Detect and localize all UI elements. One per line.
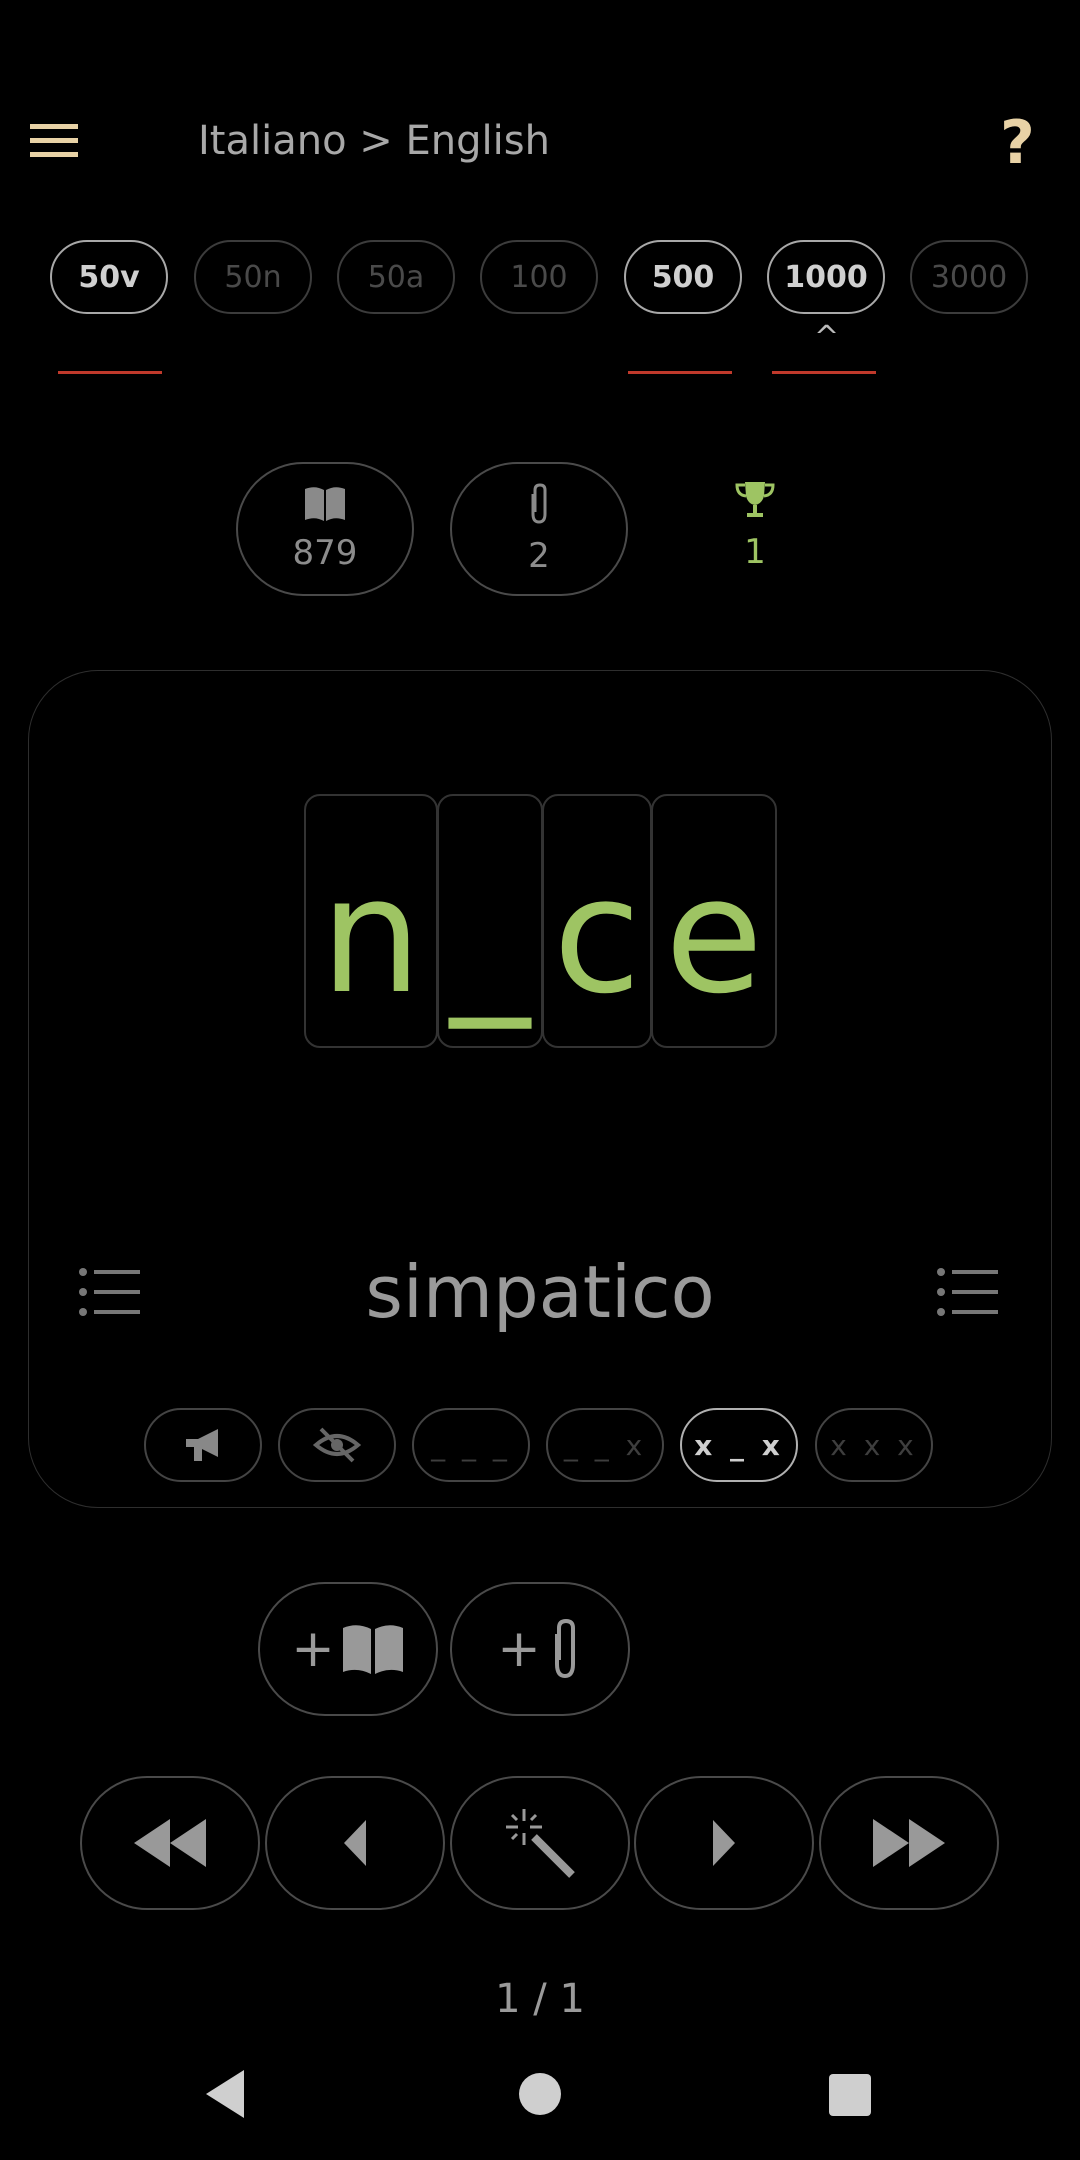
- paperclip-icon: [531, 483, 547, 524]
- back-triangle-icon: [206, 2070, 244, 2118]
- source-word: simpatico: [365, 1250, 715, 1334]
- level-3000[interactable]: 3000: [910, 240, 1028, 314]
- hide-button[interactable]: [278, 1408, 396, 1482]
- trophy-stat: 1: [718, 480, 792, 572]
- hint-button[interactable]: [450, 1776, 630, 1910]
- level-500[interactable]: 500: [624, 240, 742, 314]
- mode-show-all[interactable]: x x x: [815, 1408, 933, 1482]
- help-button[interactable]: ?: [1000, 108, 1035, 178]
- level-progress-1000: [772, 371, 876, 374]
- letter-tile[interactable]: _: [437, 794, 543, 1048]
- book-icon: [305, 487, 345, 521]
- system-back-button[interactable]: [204, 2070, 246, 2118]
- previous-button[interactable]: [265, 1776, 445, 1910]
- rewind-icon: [134, 1819, 206, 1867]
- system-home-button[interactable]: [518, 2072, 562, 2116]
- letter-tile: n: [304, 794, 438, 1048]
- list-right-button[interactable]: [936, 1266, 1000, 1318]
- speak-button[interactable]: [144, 1408, 262, 1482]
- level-100[interactable]: 100: [480, 240, 598, 314]
- recents-square-icon: [829, 2074, 871, 2116]
- add-to-dictionary-button[interactable]: +: [258, 1582, 438, 1716]
- level-progress-500: [628, 371, 732, 374]
- letter-tile: c: [542, 794, 652, 1048]
- menu-button[interactable]: [28, 120, 84, 164]
- first-button[interactable]: [80, 1776, 260, 1910]
- mode-blank-end[interactable]: _ _ x: [546, 1408, 664, 1482]
- page-title: Italiano > English: [198, 118, 550, 164]
- clip-stat[interactable]: 2: [450, 462, 628, 596]
- chevron-left-icon: [344, 1820, 366, 1866]
- add-to-clips-button[interactable]: +: [450, 1582, 630, 1716]
- level-50v[interactable]: 50v: [50, 240, 168, 314]
- word-card: [28, 670, 1052, 1508]
- mode-blank-middle[interactable]: x _ x: [680, 1408, 798, 1482]
- megaphone-icon: [186, 1429, 218, 1461]
- system-recents-button[interactable]: [828, 2073, 872, 2117]
- mode-blank-all[interactable]: _ _ _: [412, 1408, 530, 1482]
- dictionary-stat[interactable]: 879: [236, 462, 414, 596]
- paperclip-icon: [554, 1618, 575, 1679]
- fast-forward-icon: [873, 1819, 945, 1867]
- menu-icon: [30, 124, 78, 157]
- level-progress-50v: [58, 371, 162, 374]
- book-icon: [342, 1625, 403, 1674]
- list-icon: [937, 1268, 998, 1316]
- letter-tile: e: [651, 794, 777, 1048]
- level-50n[interactable]: 50n: [194, 240, 312, 314]
- trophy-icon: [735, 482, 775, 517]
- level-50a[interactable]: 50a: [337, 240, 455, 314]
- magic-wand-icon: [506, 1809, 575, 1878]
- next-button[interactable]: [634, 1776, 814, 1910]
- chevron-right-icon: [713, 1820, 735, 1866]
- level-marker: ^: [814, 320, 840, 355]
- home-circle-icon: [519, 2073, 561, 2115]
- page-indicator: 1 / 1: [495, 1976, 585, 2022]
- eye-off-icon: [313, 1427, 361, 1463]
- last-button[interactable]: [819, 1776, 999, 1910]
- level-1000[interactable]: 1000: [767, 240, 885, 314]
